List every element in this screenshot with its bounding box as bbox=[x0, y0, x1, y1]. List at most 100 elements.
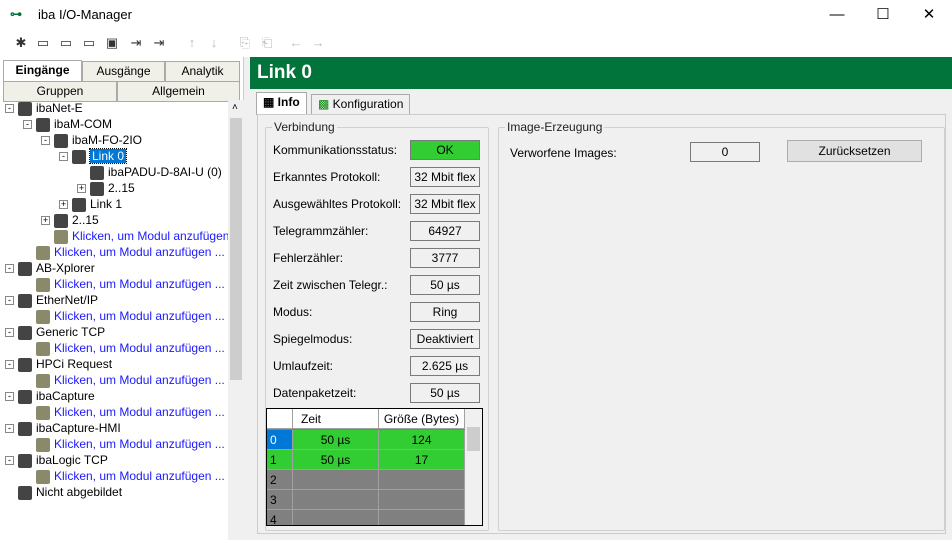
tree-node[interactable]: - ibaCapture-HMI bbox=[5, 420, 121, 436]
tree-node[interactable]: - HPCi Request bbox=[5, 356, 112, 372]
tree-node[interactable]: Klicken, um Modul anzufügen ... bbox=[23, 340, 225, 356]
tree-node[interactable]: Klicken, um Modul anzufügen ... bbox=[41, 228, 243, 244]
grid-row-index[interactable]: 0 bbox=[267, 430, 293, 450]
collapse-icon[interactable]: - bbox=[5, 296, 14, 306]
reset-button[interactable]: Zurücksetzen bbox=[787, 140, 922, 162]
grid-cell[interactable]: 50 µs bbox=[293, 450, 379, 470]
maximize-button[interactable]: ☐ bbox=[860, 0, 906, 30]
tab-konfiguration[interactable]: ▩ Konfiguration bbox=[311, 94, 411, 115]
tree-node[interactable]: + Link 1 bbox=[59, 196, 122, 212]
export-icon[interactable]: ⇥ bbox=[150, 34, 168, 52]
back-icon[interactable]: ← bbox=[287, 34, 305, 52]
field-value: 64927 bbox=[410, 221, 480, 241]
scroll-up-icon[interactable]: ˄ bbox=[232, 102, 238, 113]
grid-row-index[interactable]: 1 bbox=[267, 450, 293, 470]
expand-icon[interactable]: + bbox=[59, 200, 68, 210]
tree-node[interactable]: Klicken, um Modul anzufügen ... bbox=[23, 244, 225, 260]
tree-node[interactable]: - ibaM-COM bbox=[23, 116, 112, 132]
tab-analytik[interactable]: Analytik bbox=[165, 61, 240, 82]
move-down-icon[interactable]: ↓ bbox=[205, 34, 223, 52]
grid-scroll-thumb[interactable] bbox=[467, 427, 480, 451]
page-title: Link 0 bbox=[250, 57, 952, 89]
window-title: iba I/O-Manager bbox=[38, 7, 132, 22]
tab-eingaenge[interactable]: Eingänge bbox=[3, 60, 82, 81]
tree-node[interactable]: Klicken, um Modul anzufügen ... bbox=[23, 468, 225, 484]
grid-cell[interactable] bbox=[379, 470, 465, 490]
copy-icon[interactable]: ⎘ bbox=[236, 34, 254, 52]
grid-cell[interactable]: 17 bbox=[379, 450, 465, 470]
field-value: Ring bbox=[410, 302, 480, 322]
tree-node[interactable]: - ibaNet-E bbox=[5, 100, 83, 116]
tree-scroll-thumb[interactable] bbox=[230, 118, 242, 380]
collapse-icon[interactable]: - bbox=[5, 424, 14, 434]
collapse-icon[interactable]: - bbox=[5, 456, 14, 466]
tree-node[interactable]: - Generic TCP bbox=[5, 324, 105, 340]
grid-cell[interactable]: 50 µs bbox=[293, 430, 379, 450]
datapacket-grid[interactable]: Zeit Größe (Bytes) 0 50 µs 124 1 50 µs 17 2 3 4 bbox=[266, 408, 483, 526]
open-b-icon[interactable]: ▭ bbox=[80, 34, 98, 52]
collapse-icon[interactable]: - bbox=[23, 120, 32, 130]
grid-cell[interactable] bbox=[379, 510, 465, 525]
config-icon: ▩ bbox=[318, 97, 333, 111]
paste-icon[interactable]: ⎗ bbox=[258, 34, 276, 52]
module-icon bbox=[18, 389, 32, 404]
tree-node-label: ibaNet-E bbox=[36, 101, 83, 115]
expand-icon[interactable]: + bbox=[77, 184, 86, 194]
grid-cell[interactable] bbox=[293, 490, 379, 510]
module-icon bbox=[18, 357, 32, 372]
save-icon[interactable]: ▣ bbox=[103, 34, 121, 52]
grid-header[interactable] bbox=[267, 409, 293, 429]
expand-icon[interactable]: + bbox=[41, 216, 50, 226]
tree-node[interactable]: ibaPADU-D-8AI-U (0) bbox=[77, 164, 222, 180]
tree-node[interactable]: +2..15 bbox=[77, 180, 135, 196]
collapse-icon[interactable]: - bbox=[59, 152, 68, 162]
tree-node[interactable]: Klicken, um Modul anzufügen ... bbox=[23, 308, 225, 324]
collapse-icon[interactable]: - bbox=[5, 264, 14, 274]
tree-node[interactable]: - ibaM-FO-2IO bbox=[41, 132, 142, 148]
grid-cell[interactable] bbox=[293, 470, 379, 490]
collapse-icon[interactable]: - bbox=[5, 392, 14, 402]
collapse-icon[interactable]: - bbox=[5, 360, 14, 370]
import-icon[interactable]: ⇥ bbox=[127, 34, 145, 52]
module-tree[interactable]: - ibaNet-E - ibaM-COM - ibaM-FO-2IO - Link 0 iba… bbox=[0, 100, 243, 540]
tree-node[interactable]: Nicht abgebildet bbox=[5, 484, 122, 500]
collapse-icon[interactable]: - bbox=[5, 328, 14, 338]
open-icon[interactable]: ▭ bbox=[34, 34, 52, 52]
grid-row-index[interactable]: 4 bbox=[267, 510, 293, 525]
tab-allgemein[interactable]: Allgemein bbox=[117, 81, 240, 102]
grid-header[interactable]: Größe (Bytes) bbox=[379, 409, 465, 429]
new-icon[interactable]: ✱ bbox=[12, 34, 30, 52]
grid-row-index[interactable]: 2 bbox=[267, 470, 293, 490]
tree-node[interactable]: - ibaLogic TCP bbox=[5, 452, 108, 468]
grid-scrollbar[interactable] bbox=[465, 409, 482, 525]
tree-node[interactable]: Klicken, um Modul anzufügen ... bbox=[23, 276, 225, 292]
collapse-icon[interactable]: - bbox=[41, 136, 50, 146]
grid-cell[interactable] bbox=[293, 510, 379, 525]
tree-node[interactable]: Klicken, um Modul anzufügen ... bbox=[23, 404, 225, 420]
tree-node[interactable]: - EtherNet/IP bbox=[5, 292, 98, 308]
grid-cell[interactable]: 124 bbox=[379, 430, 465, 450]
tab-gruppen[interactable]: Gruppen bbox=[3, 81, 117, 102]
tab-info[interactable]: ▦ Info bbox=[256, 92, 307, 115]
collapse-icon[interactable]: - bbox=[5, 104, 14, 114]
tree-node-label: Generic TCP bbox=[36, 325, 106, 339]
tree-node[interactable]: - Link 0 bbox=[59, 148, 128, 164]
tab-info-label: Info bbox=[277, 95, 300, 109]
open-s-icon[interactable]: ▭ bbox=[57, 34, 75, 52]
tree-node[interactable]: +2..15 bbox=[41, 212, 99, 228]
minimize-button[interactable]: — bbox=[814, 0, 860, 30]
tree-node[interactable]: - ibaCapture bbox=[5, 388, 95, 404]
forward-icon[interactable]: → bbox=[309, 34, 327, 52]
add-module-icon bbox=[36, 341, 50, 356]
close-button[interactable]: ✕ bbox=[906, 0, 952, 30]
grid-row-index[interactable]: 3 bbox=[267, 490, 293, 510]
grid-cell[interactable] bbox=[379, 490, 465, 510]
grid-header[interactable]: Zeit bbox=[293, 409, 379, 429]
move-up-icon[interactable]: ↑ bbox=[183, 34, 201, 52]
tree-node[interactable]: - AB-Xplorer bbox=[5, 260, 95, 276]
tree-node[interactable]: Klicken, um Modul anzufügen ... bbox=[23, 372, 225, 388]
field-label: Zeit zwischen Telegr.: bbox=[273, 278, 388, 292]
tab-ausgaenge[interactable]: Ausgänge bbox=[82, 61, 165, 82]
tree-node[interactable]: Klicken, um Modul anzufügen ... bbox=[23, 436, 225, 452]
tree-node-label: Klicken, um Modul anzufügen ... bbox=[54, 437, 225, 451]
